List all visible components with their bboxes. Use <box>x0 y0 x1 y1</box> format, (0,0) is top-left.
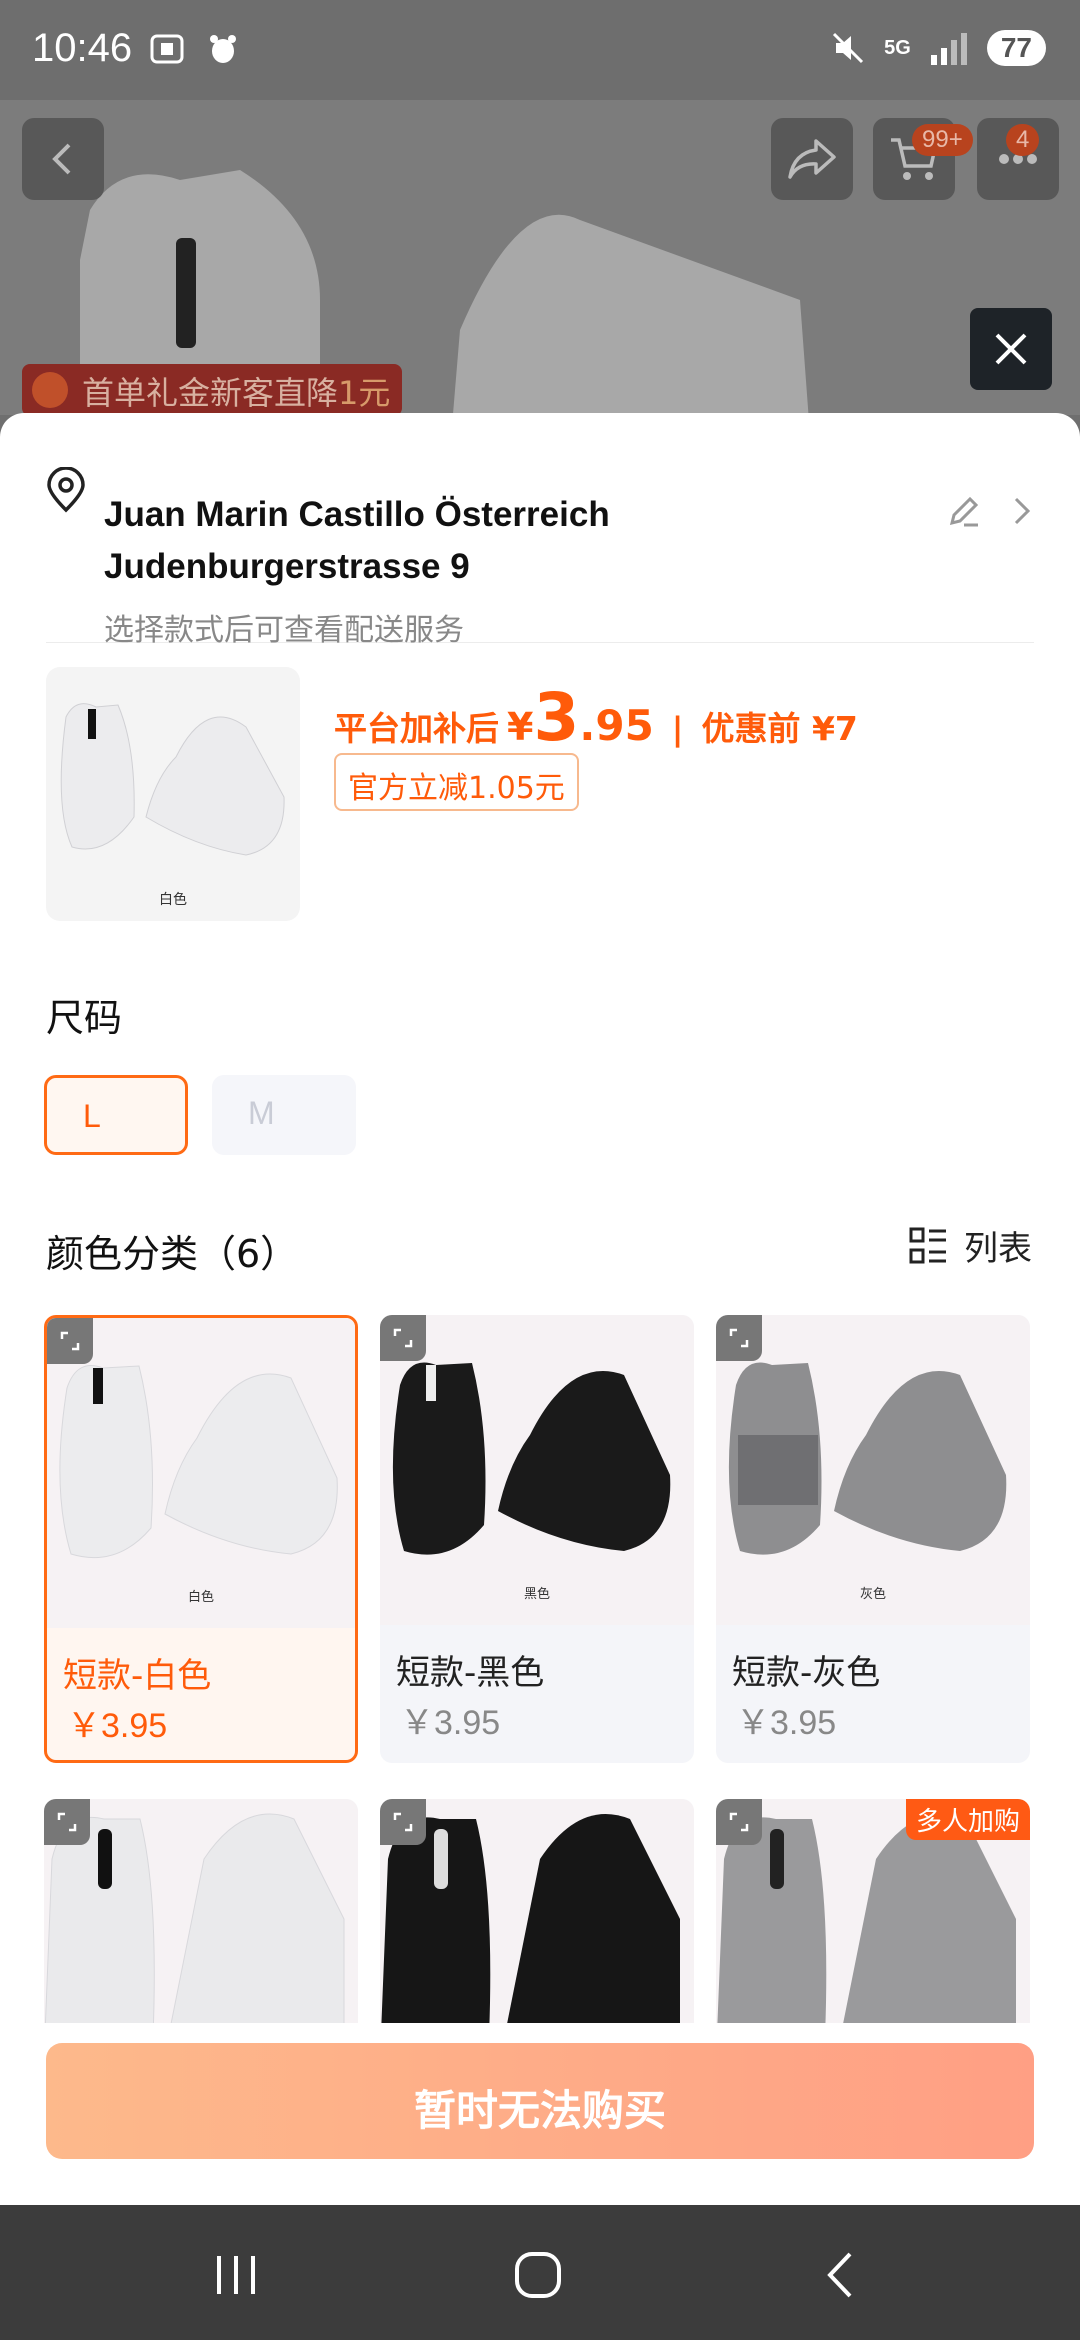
color-option-price: ￥3.95 <box>400 1704 501 1742</box>
status-time: 10:46 <box>32 26 133 70</box>
system-navigation-bar <box>0 2205 1080 2340</box>
screenshot-icon <box>150 34 184 64</box>
status-notification-icons <box>148 30 242 68</box>
color-option-card[interactable]: 灰色 短款-灰色 ￥3.95 <box>716 1315 1030 1763</box>
price-integer: 3 <box>533 679 580 756</box>
color-option-image: 多人加购 <box>716 1799 1030 2059</box>
expand-icon[interactable] <box>716 1799 762 1845</box>
color-option-price: ￥3.95 <box>736 1704 837 1742</box>
color-option-card[interactable]: 白色 短款-白色 ￥3.95 <box>44 1315 358 1763</box>
sock-image <box>60 703 285 856</box>
list-icon <box>909 1227 946 1263</box>
discount-tag: 官方立减1.05元 <box>334 753 579 811</box>
expand-icon[interactable] <box>380 1799 426 1845</box>
color-option-name: 短款-灰色 <box>732 1653 881 1693</box>
recent-apps-icon <box>217 2256 255 2294</box>
color-option-card[interactable] <box>380 1799 694 2059</box>
status-system-icons: 5G 77 <box>830 30 1046 66</box>
home-icon <box>515 2252 561 2298</box>
share-icon <box>788 139 836 179</box>
color-option-image: 黑色 <box>380 1315 694 1625</box>
size-option-l[interactable]: L <box>44 1075 188 1155</box>
buy-bar: 暂时无法购买 <box>0 2023 1080 2205</box>
color-option-card[interactable]: 黑色 短款-黑色 ￥3.95 <box>380 1315 694 1763</box>
close-sheet-button[interactable] <box>970 308 1052 390</box>
sock-image <box>380 1814 680 2059</box>
color-section-title: 颜色分类（6） <box>46 1232 299 1276</box>
color-option-card[interactable] <box>44 1799 358 2059</box>
signal-icon <box>930 33 967 65</box>
expand-icon[interactable] <box>44 1799 90 1845</box>
cart-count-badge: 99+ <box>912 124 973 156</box>
list-view-toggle[interactable]: 列表 <box>908 1221 1032 1270</box>
chevron-right-icon[interactable] <box>1010 493 1034 529</box>
sock-image <box>392 1362 671 1555</box>
color-option-name: 短款-黑色 <box>396 1653 545 1693</box>
color-option-caption: 黑色 <box>523 1587 550 1602</box>
buy-button-disabled[interactable]: 暂时无法购买 <box>46 2043 1034 2159</box>
selected-sku-thumbnail[interactable]: 白色 <box>46 667 300 921</box>
expand-icon[interactable] <box>716 1315 762 1361</box>
sock-image <box>44 1813 345 2059</box>
product-page-background: 99+ 4 首单礼金新客直降1元 <box>0 100 1080 415</box>
color-option-caption: 白色 <box>187 1590 214 1605</box>
color-option-image: 白色 <box>47 1318 355 1628</box>
promo-text: 首单礼金新客直降 <box>82 374 339 412</box>
share-button[interactable] <box>771 118 853 200</box>
list-toggle-label: 列表 <box>964 1229 1032 1269</box>
color-option-caption: 灰色 <box>859 1587 886 1602</box>
lightning-icon <box>32 372 68 408</box>
thumbnail-caption: 白色 <box>159 892 187 908</box>
popular-tag: 多人加购 <box>905 1799 1030 1840</box>
new-user-promo-banner[interactable]: 首单礼金新客直降1元 <box>22 364 403 415</box>
color-option-card[interactable]: 多人加购 <box>716 1799 1030 2059</box>
price-decimal: .95 <box>579 701 654 750</box>
size-section-title: 尺码 <box>46 996 123 1040</box>
price-separator: | <box>671 710 684 748</box>
delivery-hint: 选择款式后可查看配送服务 <box>104 613 464 648</box>
close-icon <box>995 333 1027 365</box>
color-option-image <box>44 1799 358 2059</box>
message-count-badge: 4 <box>1006 124 1040 156</box>
location-pin-icon <box>47 467 85 513</box>
sku-selection-sheet: Juan Marin Castillo Österreich Judenburg… <box>0 413 1080 2205</box>
sock-image <box>728 1362 1007 1555</box>
back-button[interactable] <box>22 118 104 200</box>
color-option-name: 短款-白色 <box>63 1656 212 1696</box>
expand-icon[interactable] <box>380 1315 426 1361</box>
back-chevron-icon <box>827 2252 852 2298</box>
battery-level: 77 <box>986 30 1046 66</box>
status-bar: 10:46 5G 77 <box>0 0 1080 100</box>
bug-icon <box>210 35 236 63</box>
mute-icon <box>833 32 864 64</box>
recent-apps-button[interactable] <box>196 2245 276 2305</box>
network-type: 5G <box>884 36 911 59</box>
edit-pencil-icon[interactable] <box>946 493 982 529</box>
size-option-m[interactable]: M <box>212 1075 356 1155</box>
price-line: 平台加补后 ¥ 3 .95 | 优惠前 ¥7 <box>334 679 858 756</box>
address-line-1: Juan Marin Castillo Österreich <box>104 495 610 534</box>
address-text: Juan Marin Castillo Österreich Judenburg… <box>104 489 610 593</box>
promo-highlight: 1元 <box>338 374 391 412</box>
delivery-address[interactable]: Juan Marin Castillo Österreich Judenburg… <box>46 453 1034 648</box>
address-line-2: Judenburgerstrasse 9 <box>104 547 470 586</box>
expand-icon[interactable] <box>47 1318 93 1364</box>
original-price: 优惠前 ¥7 <box>701 709 858 748</box>
color-option-image: 灰色 <box>716 1315 1030 1625</box>
color-option-image <box>380 1799 694 2059</box>
sock-image <box>59 1365 338 1559</box>
price-label: 平台加补后 <box>334 709 499 748</box>
price-currency: ¥ <box>507 705 534 749</box>
system-back-button[interactable] <box>800 2245 880 2305</box>
home-button[interactable] <box>498 2245 578 2305</box>
back-arrow-icon <box>52 143 71 175</box>
color-option-price: ￥3.95 <box>67 1707 168 1745</box>
